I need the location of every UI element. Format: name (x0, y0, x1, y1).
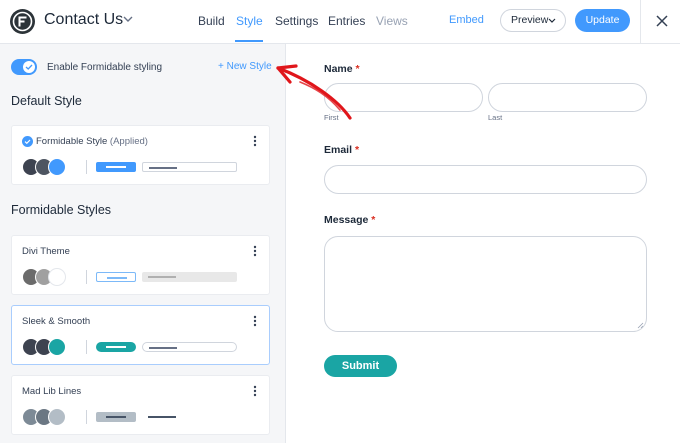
button-preview (96, 412, 136, 422)
new-style-link[interactable]: + New Style (218, 61, 272, 72)
button-preview (96, 272, 136, 282)
tab-entries[interactable]: Entries (328, 14, 365, 28)
header-divider (640, 0, 641, 44)
required-mark: * (371, 214, 376, 226)
enable-styling-label: Enable Formidable styling (47, 62, 163, 73)
more-vertical-icon[interactable] (253, 135, 257, 147)
divider (86, 340, 87, 354)
tab-build[interactable]: Build (198, 14, 225, 28)
field-preview (142, 272, 237, 282)
applied-check-icon (22, 136, 33, 147)
divider (86, 160, 87, 174)
button-preview (96, 162, 136, 172)
color-swatch (48, 158, 66, 176)
color-swatches (22, 268, 82, 286)
preview-button-label: Preview (511, 14, 549, 26)
top-bar: Contact Us Build Style Settings Entries … (0, 0, 680, 44)
color-swatch (48, 268, 66, 286)
message-label-text: Message (324, 214, 369, 226)
update-button[interactable]: Update (575, 9, 630, 32)
form-title[interactable]: Contact Us (44, 11, 123, 29)
style-name: Divi Theme (22, 246, 70, 257)
color-swatch (48, 338, 66, 356)
email-label: Email * (324, 144, 359, 156)
more-vertical-icon[interactable] (253, 385, 257, 397)
button-preview (96, 342, 136, 352)
annotation-arrow-icon (276, 64, 352, 120)
preview-button[interactable]: Preview (500, 9, 566, 32)
style-name: Sleek & Smooth (22, 316, 91, 327)
style-card-sleek-smooth[interactable]: Sleek & Smooth (11, 305, 270, 365)
close-icon[interactable] (655, 14, 669, 28)
field-preview (142, 342, 237, 352)
message-textarea[interactable] (324, 236, 647, 332)
style-card-divi-theme[interactable]: Divi Theme (11, 235, 270, 295)
toggle-knob (23, 61, 35, 73)
tab-style[interactable]: Style (236, 14, 263, 28)
tab-views[interactable]: Views (376, 14, 408, 28)
chevron-down-icon (548, 18, 556, 23)
divider (86, 270, 87, 284)
more-vertical-icon[interactable] (253, 315, 257, 327)
style-sidebar: Enable Formidable styling + New Style De… (0, 44, 286, 443)
formidable-logo-icon[interactable] (10, 9, 35, 34)
color-swatches (22, 158, 82, 176)
tab-settings[interactable]: Settings (275, 14, 318, 28)
email-label-text: Email (324, 144, 353, 156)
style-card-title: Formidable Style (Applied) (36, 136, 148, 147)
submit-button[interactable]: Submit (324, 355, 397, 377)
field-preview (142, 412, 237, 422)
divider (86, 410, 87, 424)
style-card-formidable[interactable]: Formidable Style (Applied) (11, 125, 270, 185)
color-swatch (48, 408, 66, 426)
check-icon (25, 64, 33, 70)
required-mark: * (354, 144, 360, 156)
last-name-input[interactable] (488, 83, 647, 112)
email-field[interactable] (324, 165, 647, 194)
default-style-heading: Default Style (11, 94, 82, 108)
last-sublabel: Last (488, 113, 503, 122)
formidable-styles-heading: Formidable Styles (11, 203, 112, 217)
style-card-mad-lib-lines[interactable]: Mad Lib Lines (11, 375, 270, 435)
enable-styling-toggle[interactable] (11, 59, 37, 75)
resize-handle-icon[interactable] (637, 322, 644, 329)
style-name: Mad Lib Lines (22, 386, 82, 397)
style-name: Formidable Style (36, 136, 108, 147)
more-vertical-icon[interactable] (253, 245, 257, 257)
color-swatches (22, 338, 82, 356)
embed-button[interactable]: Embed (449, 14, 484, 26)
message-label: Message * (324, 214, 375, 226)
field-preview (142, 162, 237, 172)
chevron-down-icon[interactable] (122, 13, 134, 25)
applied-status: (Applied) (109, 136, 148, 147)
active-tab-indicator (235, 40, 263, 42)
color-swatches (22, 408, 82, 426)
